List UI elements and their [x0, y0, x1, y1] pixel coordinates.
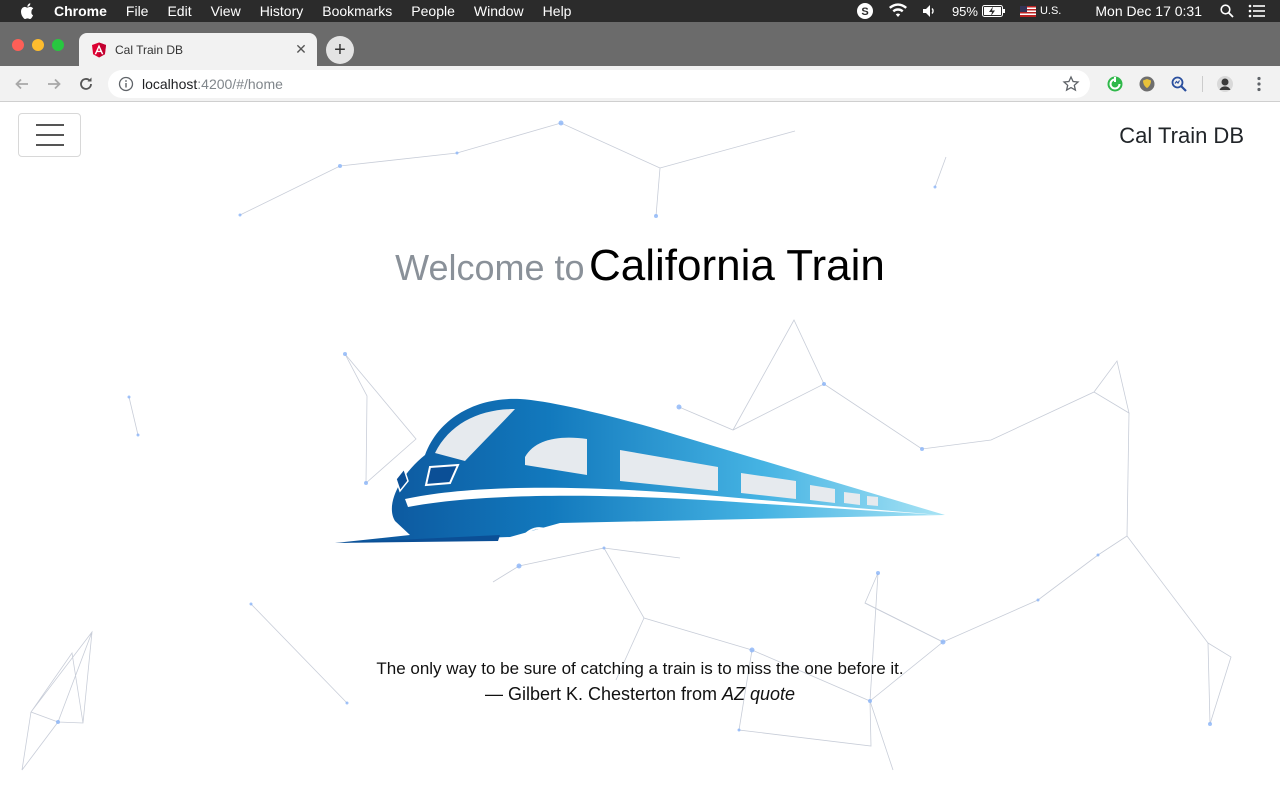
battery-charging-icon[interactable] [981, 5, 1006, 17]
toolbar-divider [1202, 76, 1203, 92]
forward-arrow-icon[interactable] [42, 72, 66, 96]
window-maximize-button[interactable] [52, 39, 64, 51]
svg-text:S: S [861, 6, 868, 18]
site-info-icon[interactable] [118, 76, 134, 92]
tab-close-icon[interactable]: ✕ [293, 41, 309, 58]
menu-file[interactable]: File [126, 3, 149, 19]
quote-author: — Gilbert K. Chesterton from [484, 684, 723, 704]
browser-tab-active[interactable]: Cal Train DB ✕ [79, 33, 317, 66]
wifi-icon[interactable] [888, 3, 908, 19]
window-close-button[interactable] [12, 39, 24, 51]
hamburger-bar [35, 124, 64, 126]
us-flag-icon [1019, 5, 1036, 17]
new-tab-button[interactable]: + [326, 36, 354, 64]
navbar-brand[interactable]: Cal Train DB [1119, 123, 1244, 149]
quote-attribution: — Gilbert K. Chesterton from AZ quote [0, 684, 1280, 705]
battery-percent: 95% [951, 3, 978, 19]
welcome-title: California Train [588, 241, 885, 290]
angular-favicon-icon [91, 42, 107, 58]
menu-people[interactable]: People [411, 3, 455, 19]
input-source-label: U.S. [1039, 5, 1062, 17]
spotlight-search-icon[interactable] [1220, 4, 1234, 18]
browser-toolbar: localhost:4200/#/home [0, 66, 1280, 102]
hamburger-bar [35, 134, 64, 136]
train-quote: The only way to be sure of catching a tr… [376, 659, 904, 678]
notification-center-icon[interactable] [1248, 4, 1266, 18]
quote-source: AZ quote [722, 684, 796, 704]
bookmark-star-icon[interactable] [1062, 75, 1080, 93]
url-path: :4200/#/home [197, 76, 283, 92]
menu-view[interactable]: View [211, 3, 241, 19]
web-page: Cal Train DB Welcome to California Train… [0, 103, 1280, 800]
tab-title: Cal Train DB [115, 42, 184, 57]
menu-history[interactable]: History [260, 3, 304, 19]
profile-avatar-icon[interactable] [1216, 75, 1234, 93]
welcome-heading: Welcome to California Train [0, 241, 1280, 291]
chrome-menu-icon[interactable] [1250, 75, 1268, 93]
volume-icon[interactable] [922, 4, 938, 18]
menu-edit[interactable]: Edit [167, 3, 191, 19]
menu-toggle-button[interactable] [18, 113, 81, 157]
macos-menu-bar: Chrome File Edit View History Bookmarks … [0, 0, 1280, 22]
back-arrow-icon[interactable] [10, 72, 34, 96]
welcome-prefix: Welcome to [395, 247, 585, 288]
menu-app-name[interactable]: Chrome [54, 3, 107, 19]
inspect-extension-icon[interactable] [1170, 75, 1188, 93]
hamburger-bar [35, 144, 64, 146]
menu-help[interactable]: Help [543, 3, 572, 19]
input-source-menu[interactable]: U.S. [1019, 5, 1081, 17]
menu-window[interactable]: Window [474, 3, 524, 19]
url-host: localhost [142, 76, 198, 92]
browser-tab-strip: Cal Train DB ✕ + [0, 22, 1280, 66]
address-bar[interactable]: localhost:4200/#/home [108, 70, 1090, 98]
reload-icon[interactable] [74, 72, 98, 96]
train-illustration [335, 398, 945, 543]
menu-bookmarks[interactable]: Bookmarks [322, 3, 392, 19]
shield-extension-icon[interactable] [1138, 75, 1156, 93]
skype-icon[interactable]: S [856, 2, 874, 20]
green-extension-icon[interactable] [1106, 75, 1124, 93]
menu-clock[interactable]: Mon Dec 17 0:31 [1095, 3, 1202, 19]
apple-menu-icon[interactable] [20, 3, 36, 19]
window-minimize-button[interactable] [32, 39, 44, 51]
